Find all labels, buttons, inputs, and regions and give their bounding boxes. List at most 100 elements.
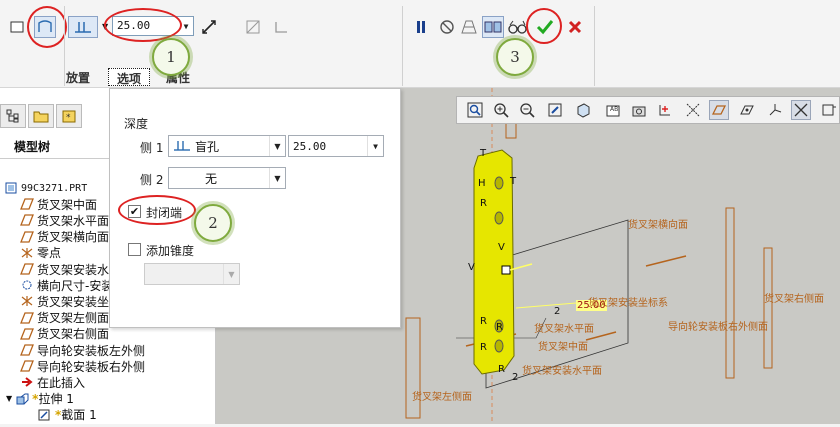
side1-depth-input[interactable]: 25.00 ▼ <box>288 135 384 157</box>
preview-button[interactable] <box>506 16 528 38</box>
tree-item-label: 拉伸 1 <box>38 392 74 407</box>
datum-axes-icon <box>686 103 700 117</box>
repaint-button[interactable] <box>545 100 565 120</box>
zoom-out-button[interactable] <box>517 100 537 120</box>
chevron-down-icon[interactable]: ▼ <box>269 136 285 156</box>
camera-icon <box>632 106 646 117</box>
tree-item[interactable]: 货叉架安装水 <box>20 261 109 277</box>
datum-label: 货叉架水平面 <box>534 324 594 335</box>
datum-points-icon <box>740 105 754 115</box>
remove-material-button[interactable] <box>242 16 264 38</box>
tree-icon <box>6 109 19 123</box>
chevron-down-icon: ▼ <box>223 264 239 284</box>
edge-marker: R <box>480 198 487 209</box>
zoom-fit-button[interactable] <box>465 100 485 120</box>
tree-item[interactable]: 货叉架中面 <box>20 196 97 212</box>
datum-axes-toggle[interactable] <box>683 100 703 120</box>
datum-plane <box>763 247 773 369</box>
tab-options[interactable]: 选项 <box>108 68 151 86</box>
tree-item[interactable]: 货叉架右侧面 <box>20 326 109 342</box>
prohibit-icon <box>440 20 454 34</box>
flip-direction-button[interactable] <box>198 16 220 38</box>
tree-item-label: 截面 1 <box>61 408 97 423</box>
callout-3: 3 <box>496 38 534 76</box>
tree-item-label: 99C3271.PRT <box>21 182 88 194</box>
edge-marker: V <box>468 262 475 273</box>
view-manager-button[interactable] <box>629 100 649 120</box>
datum-planes-toggle[interactable] <box>709 100 729 120</box>
depth-label: 深度 <box>124 117 149 131</box>
annotation-toggle[interactable] <box>819 100 839 120</box>
edge-marker: T <box>480 148 487 159</box>
edge-marker: 2 <box>512 372 519 383</box>
attached-preview-button[interactable] <box>482 16 504 38</box>
csys-toggle[interactable] <box>765 100 785 120</box>
saved-views-button[interactable]: AB <box>603 100 623 120</box>
no-preview-button[interactable] <box>436 16 458 38</box>
zoom-out-icon <box>520 103 535 118</box>
tree-item-label: 导向轮安装板左外侧 <box>37 343 146 358</box>
glasses-icon <box>508 20 527 34</box>
tree-item[interactable]: 货叉架水平面 <box>20 212 109 228</box>
tree-item[interactable]: 导向轮安装板左外侧 <box>20 342 145 358</box>
insert-arrow-icon <box>20 376 34 388</box>
cancel-button[interactable] <box>564 16 586 38</box>
highlight-ring <box>526 8 562 44</box>
add-taper-checkbox[interactable] <box>128 243 141 256</box>
display-style-button[interactable] <box>573 100 593 120</box>
tree-item[interactable]: * 截面 1 <box>38 407 97 423</box>
blind-depth-button[interactable] <box>68 16 98 38</box>
svg-text:AB: AB <box>610 106 618 113</box>
model-tree-tab[interactable] <box>0 104 26 128</box>
highlight-ring <box>118 195 196 225</box>
chevron-down-icon[interactable]: ▼ <box>367 136 383 156</box>
datum-label: 货叉架中面 <box>538 342 588 353</box>
edge-marker: R <box>480 316 487 327</box>
thicken-button[interactable] <box>270 16 292 38</box>
datum-plane-icon <box>20 263 34 275</box>
tree-item[interactable]: 在此插入 <box>20 374 85 390</box>
preview-glasses-icon <box>484 21 502 33</box>
datum-plane-icon <box>20 311 34 324</box>
tree-item[interactable]: 横向尺寸-安装 <box>20 277 113 293</box>
zoom-in-button[interactable] <box>491 100 511 120</box>
spin-center-button[interactable] <box>655 100 675 120</box>
tree-item[interactable]: 货叉架横向面 <box>20 229 109 245</box>
svg-text:*: * <box>66 113 71 123</box>
tree-item[interactable]: 零点 <box>20 245 61 261</box>
expand-icon[interactable]: ▼ <box>6 394 12 403</box>
edge-marker: R <box>480 342 487 353</box>
verify-geometry-icon <box>461 20 477 34</box>
flip-direction-icon <box>202 20 216 34</box>
add-taper-label[interactable]: 添加锥度 <box>146 242 194 259</box>
callout-2: 2 <box>194 204 232 242</box>
sketch-icon <box>38 409 52 421</box>
folder-browser-tab[interactable] <box>28 104 54 128</box>
tree-item[interactable]: 99C3271.PRT <box>4 180 87 196</box>
datum-plane-icon <box>20 328 34 340</box>
tree-item-label: 货叉架左侧面 <box>37 311 110 326</box>
model-tree-title: 模型树 <box>14 140 51 154</box>
side2-depth-select[interactable]: 无 ▼ <box>168 167 286 189</box>
tree-item-label: 货叉架横向面 <box>37 230 110 245</box>
thicken-icon <box>275 22 287 33</box>
tree-item[interactable]: 货叉架安装坐 <box>20 293 109 309</box>
edge-marker: R <box>498 364 505 375</box>
edge-marker: V <box>498 242 505 253</box>
solid-extrude-button[interactable] <box>6 16 28 38</box>
tree-item[interactable]: 导向轮安装板右外侧 <box>20 358 145 374</box>
chevron-down-icon[interactable]: ▼ <box>269 168 285 188</box>
spin-center-toggle[interactable] <box>791 100 811 120</box>
edge-marker: H <box>478 178 486 189</box>
tree-item[interactable]: 货叉架左侧面 <box>20 310 109 326</box>
shaded-cube-icon <box>577 103 590 118</box>
verify-mode-button[interactable] <box>458 16 480 38</box>
csys-icon <box>20 295 34 307</box>
tab-placement[interactable]: 放置 <box>58 68 98 86</box>
side1-depth-select[interactable]: 盲孔 ▼ <box>168 135 286 157</box>
tree-item[interactable]: ▼ * 拉伸 1 <box>6 391 74 407</box>
datum-points-toggle[interactable] <box>737 100 757 120</box>
pause-button[interactable] <box>410 16 432 38</box>
tree-item-label: 在此插入 <box>37 375 86 390</box>
favorites-tab[interactable]: * <box>56 104 82 128</box>
